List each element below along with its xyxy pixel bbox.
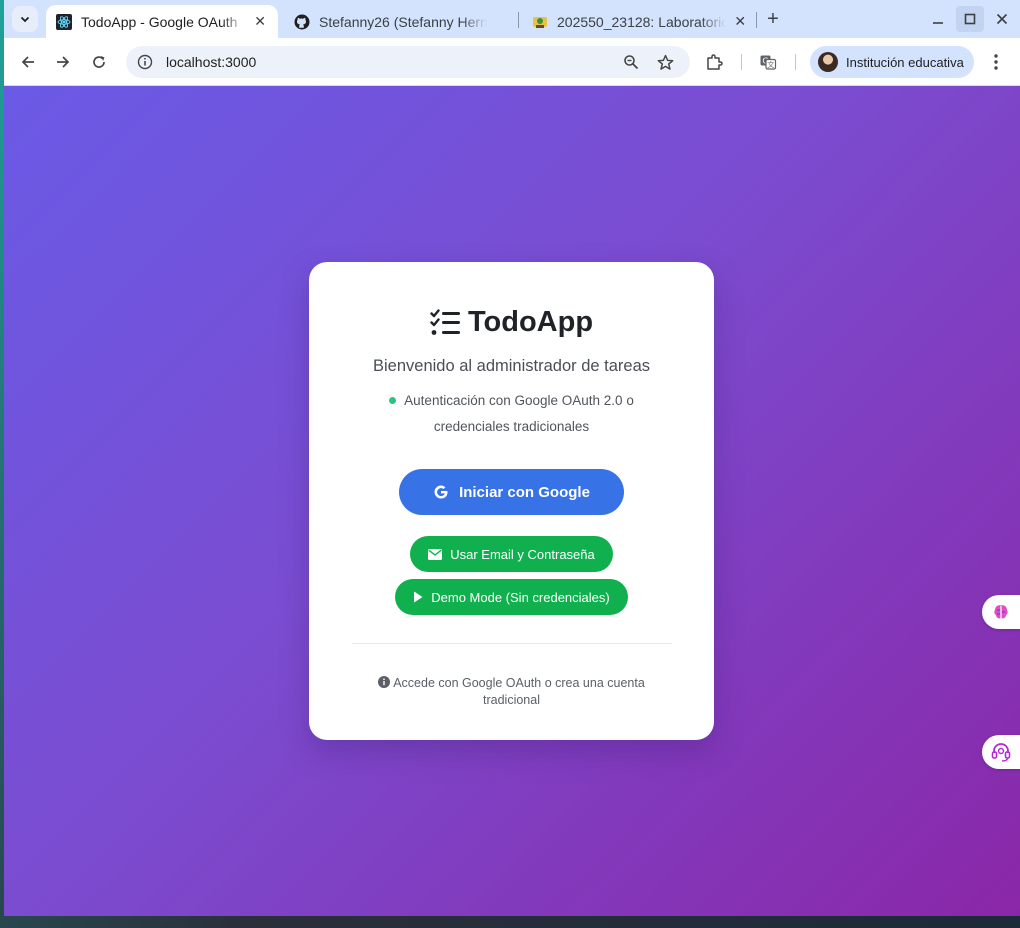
maximize-button[interactable]: [956, 6, 984, 32]
bookmark-star-icon[interactable]: [656, 53, 674, 71]
tab-separator: [518, 12, 519, 28]
new-tab-button[interactable]: +: [762, 8, 784, 30]
welcome-text: Bienvenido al administrador de tareas: [373, 357, 650, 375]
auth-note-text: Autenticación con Google OAuth 2.0 o cre…: [404, 393, 634, 434]
tab-title: TodoApp - Google OAuth: [81, 13, 238, 30]
brain-icon: [994, 605, 1008, 619]
status-dot: [389, 397, 397, 404]
profile-label: Institución educativa: [846, 54, 964, 70]
footer-note: Accede con Google OAuth o crea una cuent…: [367, 675, 657, 709]
tab-todoapp[interactable]: TodoApp - Google OAuth ✕: [46, 5, 278, 38]
reload-icon: [93, 56, 105, 68]
github-icon: [294, 14, 310, 30]
profile-chip[interactable]: Institución educativa: [810, 46, 974, 78]
demo-mode-button[interactable]: Demo Mode (Sin credenciales): [395, 579, 628, 615]
minimize-button[interactable]: [924, 6, 952, 32]
back-button[interactable]: [16, 50, 40, 74]
browser-menu-button[interactable]: [986, 52, 1006, 72]
google-icon: [434, 485, 448, 499]
chevron-down-icon: [20, 16, 30, 23]
minimize-icon: [933, 22, 943, 24]
url-text: localhost:3000: [166, 54, 257, 70]
page-viewport: TodoApp Bienvenido al administrador de t…: [4, 86, 1020, 916]
email-login-button[interactable]: Usar Email y Contraseña: [410, 536, 613, 572]
close-tab-icon[interactable]: ✕: [732, 13, 748, 30]
reload-button[interactable]: [87, 50, 111, 74]
tab-search-button[interactable]: [12, 6, 38, 32]
auth-note: Autenticación con Google OAuth 2.0 o cre…: [367, 388, 657, 440]
tab-course[interactable]: 202550_23128: Laboratorio ✕: [522, 5, 758, 38]
google-login-button[interactable]: Iniciar con Google: [399, 469, 624, 515]
close-icon: [996, 13, 1008, 25]
course-icon: [532, 14, 548, 30]
close-window-button[interactable]: [988, 6, 1016, 32]
extensions-icon[interactable]: [704, 52, 724, 72]
maximize-icon: [964, 13, 976, 25]
zoom-icon[interactable]: [622, 53, 640, 71]
support-widget[interactable]: [982, 735, 1020, 769]
tab-strip: TodoApp - Google OAuth ✕ Stefanny26 (Ste…: [4, 0, 1020, 38]
more-vertical-icon: [994, 54, 998, 70]
checklist-icon: [430, 308, 460, 335]
translate-icon[interactable]: G文: [758, 52, 778, 72]
toolbar-separator: [741, 54, 742, 70]
app-title: TodoApp: [467, 306, 594, 338]
app-brand: TodoApp: [309, 306, 714, 339]
svg-text:文: 文: [767, 60, 774, 69]
email-button-label: Usar Email y Contraseña: [450, 546, 595, 562]
login-card: TodoApp Bienvenido al administrador de t…: [309, 262, 714, 740]
avatar: [818, 52, 838, 72]
google-button-label: Iniciar con Google: [459, 483, 590, 501]
browser-toolbar: localhost:3000 G文 Institución educativa: [4, 38, 1020, 86]
forward-button[interactable]: [51, 50, 75, 74]
ai-assistant-widget[interactable]: [982, 595, 1020, 629]
divider: [351, 643, 672, 644]
address-bar[interactable]: localhost:3000: [126, 46, 690, 78]
tab-separator: [756, 12, 757, 28]
envelope-icon: [428, 548, 443, 560]
close-tab-icon[interactable]: ✕: [252, 13, 268, 30]
tab-title: 202550_23128: Laboratorio: [557, 13, 727, 30]
info-icon: [378, 676, 391, 688]
play-icon: [414, 591, 423, 603]
tab-github[interactable]: Stefanny26 (Stefanny Hernández): [284, 5, 520, 38]
demo-button-label: Demo Mode (Sin credenciales): [431, 589, 610, 605]
arrow-right-icon: [57, 56, 70, 68]
arrow-left-icon: [21, 56, 34, 68]
react-icon: [56, 13, 72, 30]
browser-window: TodoApp - Google OAuth ✕ Stefanny26 (Ste…: [4, 0, 1020, 916]
footer-note-text: Accede con Google OAuth o crea una cuent…: [393, 676, 645, 707]
tab-title: Stefanny26 (Stefanny Hernández): [319, 13, 487, 30]
headset-icon: [991, 743, 1011, 762]
site-info-icon[interactable]: [136, 53, 154, 71]
toolbar-separator: [795, 54, 796, 70]
